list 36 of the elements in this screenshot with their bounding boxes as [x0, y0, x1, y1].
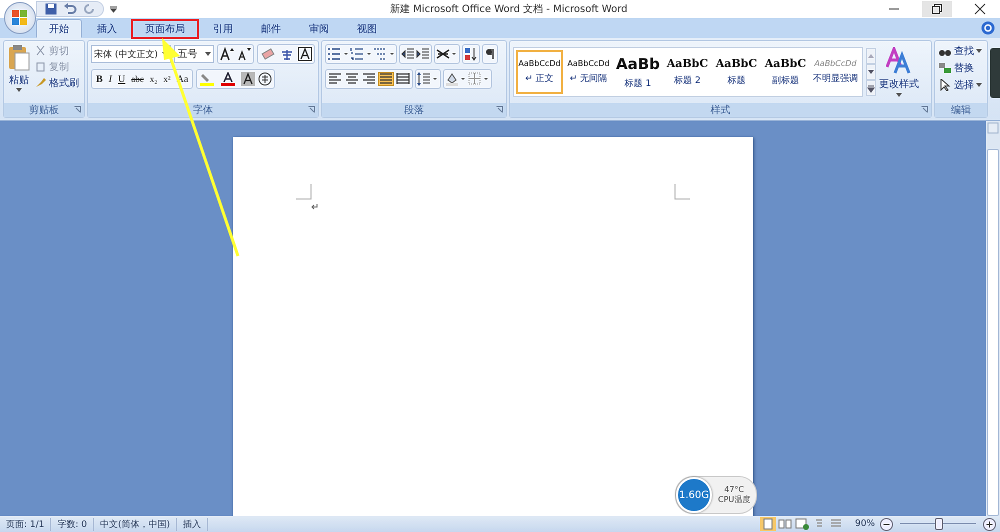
cpu-speed-badge: 1.60G	[676, 477, 712, 513]
format-button[interactable]: x₂	[148, 72, 160, 86]
ribbon-tab[interactable]: 邮件	[248, 20, 294, 38]
group-label: 剪贴板	[29, 104, 59, 117]
group-label: 编辑	[951, 104, 971, 117]
status-item: 插入	[177, 518, 208, 530]
status-item: 字数: 0	[51, 518, 94, 530]
group-label: 样式	[710, 104, 730, 117]
editing-button[interactable]: 替换	[938, 61, 984, 75]
zoom-level[interactable]: 90%	[854, 519, 875, 529]
ribbon-tab[interactable]: 插入	[84, 20, 130, 38]
ribbon-tab[interactable]: 开始	[36, 19, 82, 38]
cpu-label: CPU温度	[718, 494, 750, 505]
ribbon-tab[interactable]: 引用	[200, 20, 246, 38]
font-size-field[interactable]: 五号	[174, 45, 214, 63]
format-button[interactable]: U	[116, 72, 128, 86]
style-item[interactable]: AaBbCcDd ↵ 正文	[516, 50, 563, 94]
group-label: 字体	[193, 104, 213, 117]
ribbon-tab[interactable]: 页面布局	[132, 20, 198, 38]
font-name-field[interactable]: 宋体 (中文正文)	[91, 45, 172, 63]
format-button[interactable]: x²	[161, 72, 173, 86]
group-label: 段落	[404, 104, 424, 117]
ribbon-tab[interactable]: 审阅	[296, 20, 342, 38]
format-button[interactable]: abc	[129, 72, 146, 86]
format-button[interactable]: I	[106, 72, 114, 86]
ribbon-tab[interactable]: 视图	[344, 20, 390, 38]
clipboard-button[interactable]: 格式刷	[35, 76, 79, 90]
cpu-temperature: 47°C	[724, 485, 744, 494]
window-title: 新建 Microsoft Office Word 文档 - Microsoft Word	[390, 2, 628, 16]
status-item: 页面: 1/1	[0, 518, 52, 530]
status-item: 中文(简体，中国)	[94, 518, 178, 530]
format-button[interactable]: B	[94, 72, 105, 86]
paste-button[interactable]: 粘贴	[7, 44, 31, 100]
change-styles-button[interactable]: 更改样式	[878, 47, 919, 97]
editing-button[interactable]: 选择	[938, 78, 984, 92]
editing-button[interactable]: 查找	[938, 44, 984, 58]
